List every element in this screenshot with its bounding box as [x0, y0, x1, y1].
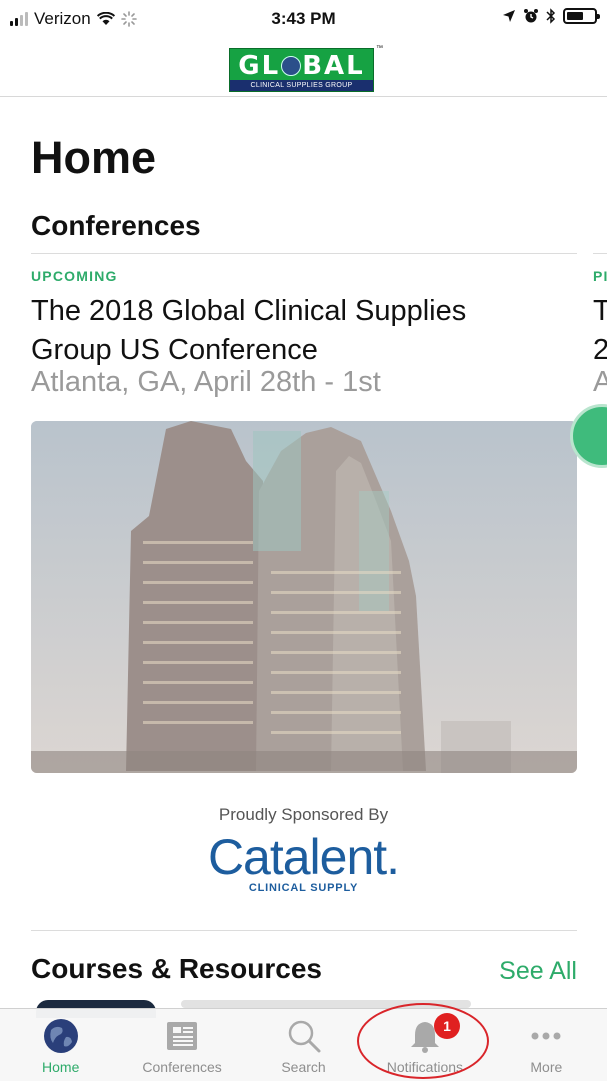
logo-trademark: ™: [376, 45, 383, 52]
conferences-section-title: Conferences: [31, 210, 201, 241]
tab-conferences-label: Conferences: [142, 1059, 222, 1075]
status-right: [502, 8, 600, 24]
tab-bar: Home Conferences Search Notifications Mo…: [0, 1008, 607, 1081]
sponsor-label: Proudly Sponsored By: [218, 805, 389, 824]
section-divider-2: [31, 930, 577, 931]
more-icon: [531, 1032, 561, 1040]
search-icon: [288, 1020, 321, 1053]
section-divider-peek: [593, 253, 607, 254]
conference-location-date: Atlanta, GA, April 28th - 1st: [31, 366, 381, 398]
courses-section-title: Courses & Resources: [31, 953, 323, 984]
next-conference-status: PI: [593, 268, 607, 284]
logo-globe-icon: [281, 56, 302, 76]
highlight-annotation-circle: [357, 1003, 489, 1079]
status-bar: Verizon 3:43 PM: [0, 0, 607, 40]
tab-more[interactable]: More: [486, 1009, 607, 1081]
next-conference-title: T 2: [593, 295, 607, 366]
tab-more-label: More: [530, 1059, 563, 1075]
section-divider: [31, 253, 577, 254]
conference-status: UPCOMING: [31, 268, 118, 284]
newspaper-icon: [167, 1022, 198, 1050]
tab-home[interactable]: Home: [0, 1009, 121, 1081]
conference-venue-photo: [31, 421, 577, 773]
battery-icon: [563, 8, 600, 24]
logo-subtitle: CLINICAL SUPPLIES GROUP: [230, 80, 373, 91]
tab-home-label: Home: [42, 1059, 80, 1075]
location-icon: [503, 10, 515, 22]
page-title: Home: [31, 132, 157, 183]
see-all-link[interactable]: See All: [499, 957, 577, 986]
globe-icon: [43, 1019, 78, 1053]
app-logo: GL BAL CLINICAL SUPPLIES GROUP ™: [229, 45, 383, 92]
next-conference-subtitle: A: [593, 366, 607, 398]
tab-conferences[interactable]: Conferences: [121, 1009, 242, 1081]
tab-search[interactable]: Search: [243, 1009, 364, 1081]
app-header: GL BAL CLINICAL SUPPLIES GROUP ™: [0, 40, 607, 97]
alarm-icon: [524, 9, 538, 23]
bluetooth-icon: [546, 8, 556, 24]
sponsor-logo[interactable]: Catalent.: [0, 828, 607, 886]
tab-search-label: Search: [281, 1059, 326, 1075]
logo-wordmark: GL BAL: [238, 51, 365, 81]
sponsor-logo-subtitle: CLINICAL SUPPLY: [248, 882, 359, 894]
conference-title: The 2018 Global Clinical Supplies Group …: [31, 295, 467, 366]
